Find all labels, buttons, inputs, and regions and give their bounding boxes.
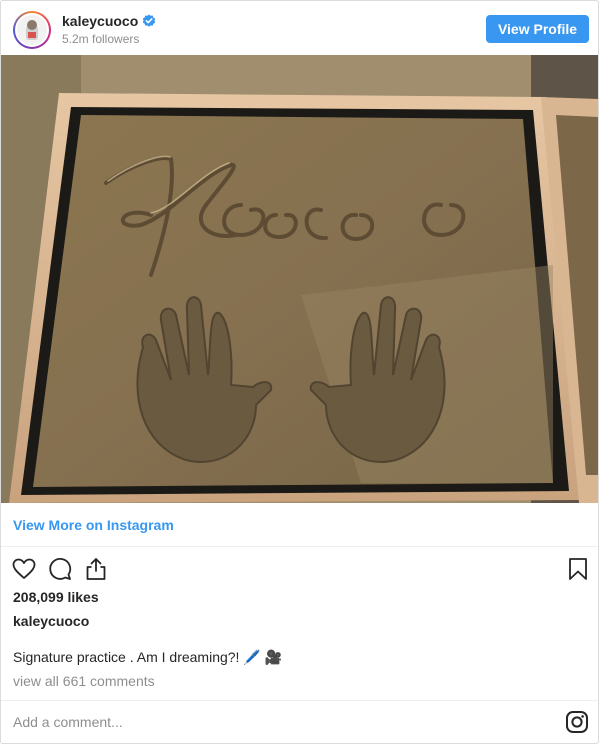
comment-icon[interactable] (47, 556, 73, 582)
caption-text: Signature practice . Am I dreaming?! 🖊️ … (13, 649, 283, 665)
divider (1, 700, 598, 701)
view-more-on-instagram-link[interactable]: View More on Instagram (13, 517, 174, 533)
action-bar (1, 553, 598, 585)
avatar[interactable] (13, 11, 51, 49)
divider (1, 546, 598, 547)
bookmark-icon[interactable] (565, 556, 591, 582)
follower-count: 5.2m followers (62, 32, 140, 46)
instagram-icon[interactable] (565, 710, 589, 734)
verified-badge-icon (142, 14, 156, 27)
share-icon[interactable] (83, 556, 109, 582)
heart-icon[interactable] (11, 556, 37, 582)
instagram-embed-card: kaleycuoco 5.2m followers View Profile V… (0, 0, 599, 744)
like-count[interactable]: 208,099 likes (13, 589, 99, 605)
view-all-comments-link[interactable]: view all 661 comments (13, 673, 155, 689)
caption-username[interactable]: kaleycuoco (13, 613, 89, 629)
view-profile-button[interactable]: View Profile (486, 15, 589, 43)
add-comment-input[interactable]: Add a comment... (13, 714, 123, 730)
post-header: kaleycuoco 5.2m followers View Profile (1, 1, 598, 55)
post-photo[interactable] (1, 55, 598, 503)
username[interactable]: kaleycuoco (62, 13, 138, 29)
